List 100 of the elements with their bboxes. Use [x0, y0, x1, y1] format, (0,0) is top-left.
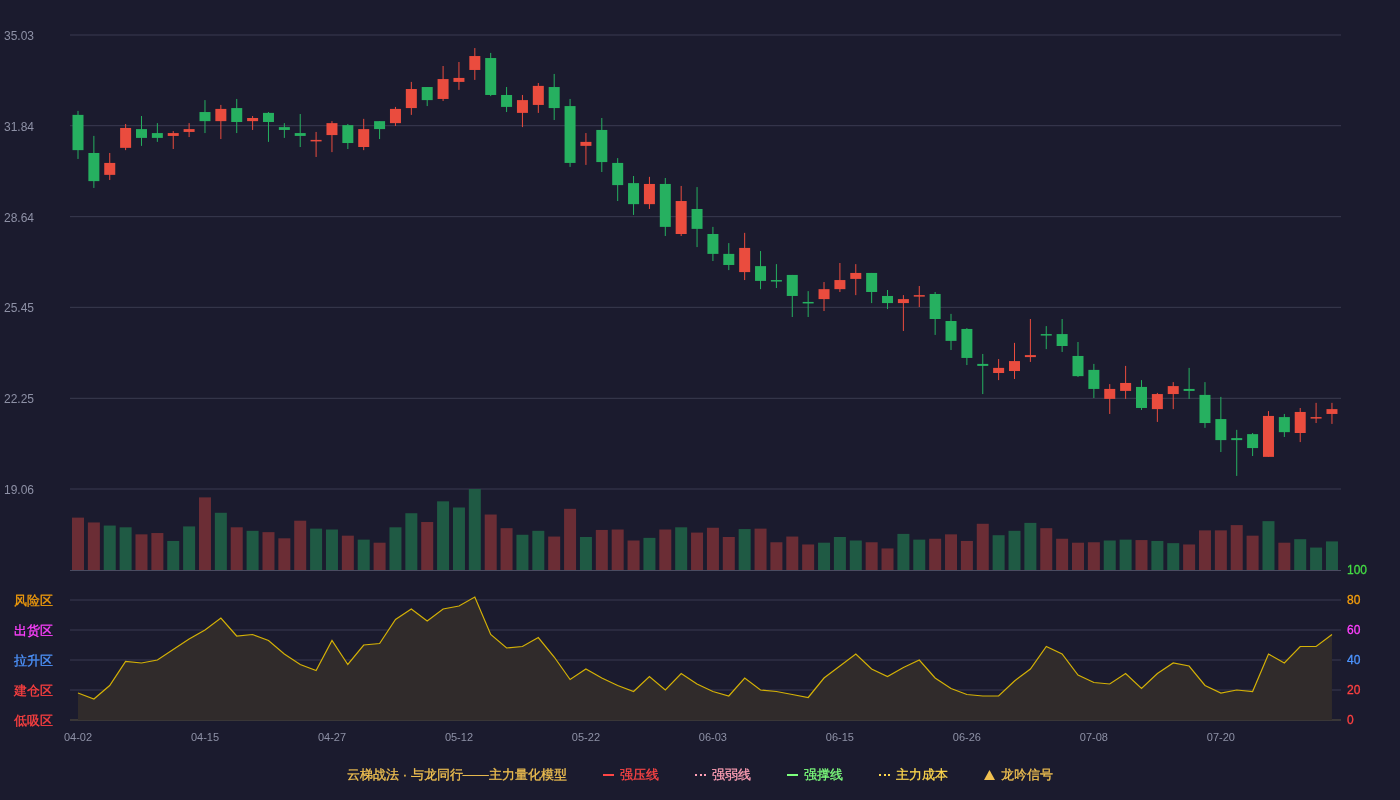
candlestick	[1151, 392, 1163, 423]
candlestick	[1072, 341, 1084, 378]
candlestick	[215, 104, 227, 140]
candlestick	[453, 61, 465, 91]
zone-label: 出货区	[14, 623, 53, 638]
candlestick	[739, 232, 751, 281]
candlestick	[945, 313, 957, 351]
candlestick	[1024, 318, 1036, 363]
candlestick	[136, 115, 147, 147]
date-label: 04-02	[63, 731, 93, 743]
legend-title: 云梯战法 · 与龙同行——主力量化模型	[347, 766, 567, 785]
date-label: 04-15	[190, 731, 220, 743]
candlestick	[580, 132, 592, 166]
date-label: 07-08	[1079, 731, 1108, 743]
candlestick	[628, 175, 640, 216]
candlestick	[1247, 432, 1259, 457]
y-axis-label: 0	[1347, 713, 1354, 727]
candlestick	[770, 263, 782, 289]
candlestick	[548, 73, 560, 121]
candlestick	[374, 120, 386, 140]
candlestick	[1104, 383, 1116, 415]
candlestick	[786, 274, 798, 318]
y-axis-label: 60	[1347, 623, 1361, 637]
candlestick	[278, 122, 290, 139]
candlestick	[1056, 318, 1068, 353]
candlestick	[263, 111, 274, 143]
candlestick	[612, 157, 624, 202]
candlestick	[596, 117, 608, 173]
candlestick	[389, 106, 401, 127]
candlestick	[1199, 381, 1211, 429]
candlestick	[1009, 342, 1020, 380]
candlestick	[643, 176, 655, 210]
candlestick	[120, 123, 132, 151]
date-label: 04-27	[317, 731, 347, 743]
y-axis-label: 100	[1347, 563, 1368, 577]
candlestick	[1326, 402, 1338, 425]
candlestick	[1262, 410, 1274, 458]
price-axis-label: 35.03	[4, 29, 35, 43]
candlestick	[675, 185, 687, 237]
zone-label: 拉升区	[14, 653, 53, 668]
zone-label: 风险区	[14, 593, 53, 608]
candlestick	[358, 118, 370, 151]
candlestick	[1231, 429, 1243, 477]
legend-label: 主力成本	[895, 766, 948, 785]
candlestick	[294, 113, 306, 148]
candlestick	[1136, 379, 1147, 411]
candlestick	[723, 242, 735, 271]
candlestick	[850, 263, 862, 296]
price-axis-label: 19.06	[4, 483, 35, 497]
date-label: 07-20	[1206, 731, 1235, 743]
candlestick	[802, 290, 814, 318]
candlestick	[310, 131, 322, 158]
candlestick	[1040, 325, 1052, 350]
candlestick	[247, 115, 259, 131]
candlestick	[1310, 402, 1322, 424]
candlestick	[88, 135, 100, 189]
candlestick	[882, 289, 893, 310]
candlestick	[659, 177, 671, 237]
date-label: 06-15	[825, 731, 854, 743]
candlestick	[929, 291, 941, 336]
candlestick	[532, 82, 544, 114]
candlestick	[1183, 367, 1195, 400]
zone-label: 低吸区	[14, 713, 53, 728]
candlestick	[1167, 381, 1179, 410]
price-axis-label: 31.84	[4, 119, 35, 134]
date-label: 06-26	[952, 731, 981, 743]
price-axis-label: 22.25	[4, 392, 35, 407]
candlestick	[755, 250, 767, 290]
candlestick	[691, 186, 703, 248]
candlestick	[993, 358, 1005, 381]
candlestick	[961, 327, 973, 366]
legend-label: 龙吟信号	[1000, 766, 1053, 785]
candlestick	[167, 130, 179, 150]
zone-label: 建仓区	[14, 683, 53, 698]
candlestick	[913, 285, 925, 308]
date-label: 05-12	[444, 731, 473, 743]
candlestick	[231, 98, 243, 134]
candlestick	[707, 226, 719, 262]
candlestick	[1215, 396, 1227, 453]
triangle-icon	[983, 770, 995, 780]
candlestick	[516, 94, 528, 128]
legend-label: 强弱线	[711, 766, 751, 785]
candlestick	[897, 294, 909, 332]
candlestick	[72, 110, 84, 160]
date-label: 05-22	[571, 731, 600, 743]
legend-dashed-line-icon	[694, 774, 706, 776]
candlestick	[326, 120, 338, 153]
candlestick	[342, 123, 354, 150]
legend-label: 强撑线	[803, 766, 843, 785]
legend-label: 强压线	[619, 766, 659, 785]
candlestick	[183, 122, 195, 138]
candlestick	[151, 122, 163, 143]
candlestick	[469, 47, 481, 81]
candlestick	[1120, 365, 1132, 400]
y-axis-label: 40	[1347, 653, 1361, 667]
y-axis-label: 20	[1347, 683, 1361, 697]
candlestick	[1294, 407, 1306, 443]
candlestick	[199, 99, 211, 134]
candlestick	[501, 86, 513, 113]
price-axis-label: 25.45	[4, 301, 35, 316]
